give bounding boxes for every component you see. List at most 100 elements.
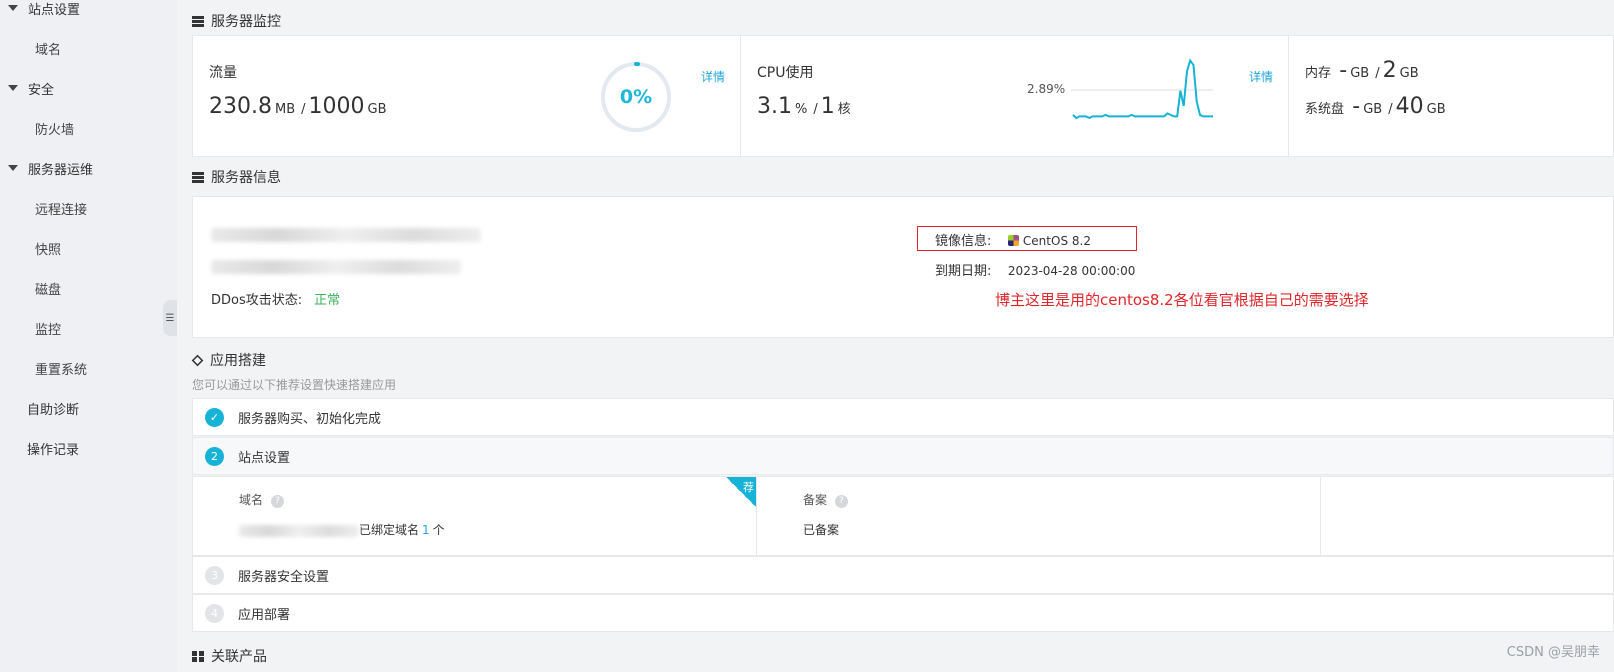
sidebar-item-label: 重置系统 <box>35 362 88 378</box>
server-icon <box>192 171 204 183</box>
sidebar: 站点设置 域名 安全 防火墙 服务器运维 远程连接 快照 磁盘 监控 重置系统 … <box>0 0 177 672</box>
step-server-security[interactable]: 3 服务器安全设置 <box>192 556 1614 594</box>
sidebar-item-label: 防火墙 <box>35 122 75 138</box>
cpu-cores: 1 <box>820 94 835 119</box>
disk-used-unit: GB <box>1363 102 1383 117</box>
redacted-row-2 <box>211 259 461 274</box>
step-number: 2 <box>205 446 224 466</box>
sidebar-item-label: 操作记录 <box>27 442 80 458</box>
cpu-value: 3.1% /1 核 <box>757 94 854 119</box>
traffic-total-unit: GB <box>367 102 387 117</box>
cpu-sparkline <box>1071 58 1213 120</box>
watermark: CSDN @吴朋幸 <box>1506 645 1600 660</box>
sidebar-item-label: 域名 <box>35 42 62 58</box>
cpu-cores-unit: 核 <box>837 102 851 117</box>
traffic-used-unit: MB <box>274 102 296 117</box>
expire-value: 2023-04-28 00:00:00 <box>1007 264 1136 278</box>
server-info-panel: DDos攻击状态: 正常 镜像信息: CentOS 8.2 到期日期: 2023-… <box>192 196 1614 338</box>
step-server-purchase[interactable]: ✓ 服务器购买、初始化完成 <box>192 398 1614 436</box>
cpu-detail-link[interactable]: 详情 <box>1249 68 1273 85</box>
cpu-card: CPU使用 3.1% /1 核 2.89% 详情 <box>741 36 1289 156</box>
step-site-settings[interactable]: 2 站点设置 <box>192 437 1614 475</box>
traffic-used: 230.8 <box>209 94 272 119</box>
sidebar-item-label: 服务器运维 <box>28 162 94 178</box>
domain-bound-suffix: 个 <box>432 523 445 537</box>
sidebar-item-monitor[interactable]: 监控 <box>0 308 177 348</box>
sidebar-item-label: 自助诊断 <box>27 402 80 418</box>
step-label: 应用部署 <box>238 607 291 623</box>
sidebar-item-label: 远程连接 <box>35 202 88 218</box>
traffic-detail-link[interactable]: 详情 <box>701 68 725 85</box>
traffic-total: 1000 <box>308 94 365 119</box>
section-title: 服务器信息 <box>211 170 281 186</box>
section-related-products: 关联产品 <box>192 644 267 668</box>
caret-down-icon <box>8 165 18 171</box>
sidebar-item-label: 磁盘 <box>35 282 62 298</box>
caret-down-icon <box>8 85 18 91</box>
domain-label-text: 域名 <box>239 493 264 507</box>
disk-label: 系统盘 <box>1305 102 1345 117</box>
memory-sep: / <box>1375 66 1380 81</box>
section-title: 服务器监控 <box>211 14 281 30</box>
disk-row: 系统盘 - GB/40 GB <box>1305 94 1449 119</box>
section-server-info: 服务器信息 <box>192 165 281 189</box>
help-icon[interactable]: ? <box>835 495 849 508</box>
domain-column: 域名? 已绑定域名 1 个 荐 <box>193 477 757 555</box>
sidebar-item-label: 安全 <box>28 82 55 98</box>
recommend-ribbon: 荐 <box>726 477 756 507</box>
domain-count-link[interactable]: 1 <box>422 523 430 537</box>
traffic-label: 流量 <box>209 65 237 81</box>
app-build-hint: 您可以通过以下推荐设置快速搭建应用 <box>192 378 397 392</box>
sidebar-collapse-handle[interactable]: ☰ <box>163 300 177 336</box>
sidebar-item-disk[interactable]: 磁盘 <box>0 268 177 308</box>
section-server-monitor: 服务器监控 <box>192 9 281 33</box>
help-icon[interactable]: ? <box>271 495 285 508</box>
traffic-sep: / <box>301 102 306 117</box>
redacted-row-1 <box>211 227 481 242</box>
icp-column: 备案? 已备案 <box>757 477 1321 555</box>
sidebar-item-label: 快照 <box>35 242 62 258</box>
site-settings-panel: 域名? 已绑定域名 1 个 荐 备案? 已备案 <box>192 476 1614 556</box>
expire-row: 到期日期: 2023-04-28 00:00:00 <box>935 260 1135 279</box>
check-icon: ✓ <box>205 407 224 427</box>
layers-icon <box>191 354 204 366</box>
cpu-percent: 3.1 <box>757 94 792 119</box>
sidebar-item-remote-connect[interactable]: 远程连接 <box>0 188 177 228</box>
sidebar-group-site-settings[interactable]: 站点设置 <box>0 0 177 28</box>
sidebar-item-snapshot[interactable]: 快照 <box>0 228 177 268</box>
sidebar-group-server-ops[interactable]: 服务器运维 <box>0 148 177 188</box>
cpu-series-line <box>1072 58 1213 120</box>
memory-total-unit: GB <box>1399 66 1419 81</box>
monitor-panel: 流量 230.8 MB/1000 GB 0% 详情 CPU使用 3.1%/1 核 2.… <box>192 35 1614 157</box>
sidebar-item-domain[interactable]: 域名 <box>0 28 177 68</box>
sidebar-item-operation-log[interactable]: 操作记录 <box>0 428 177 468</box>
sidebar-item-reset-system[interactable]: 重置系统 <box>0 348 177 388</box>
sidebar-group-security[interactable]: 安全 <box>0 68 177 108</box>
sidebar-item-self-diagnosis[interactable]: 自助诊断 <box>0 388 177 428</box>
disk-used: - <box>1352 94 1361 119</box>
sidebar-item-label: 站点设置 <box>28 2 81 18</box>
centos-icon <box>1007 235 1019 246</box>
grid-icon <box>192 650 204 662</box>
main-content: 服务器监控 流量 230.8 MB/1000 GB 0% 详情 CPU使用 3.1%… <box>190 0 1614 672</box>
traffic-value: 230.8 MB /1000 GB <box>209 94 390 119</box>
disk-total-unit: GB <box>1426 102 1446 117</box>
sidebar-item-firewall[interactable]: 防火墙 <box>0 108 177 148</box>
redacted-text <box>239 524 359 537</box>
ddos-status: 正常 <box>314 293 341 308</box>
step-number: 3 <box>205 565 224 585</box>
memory-used: - <box>1339 58 1348 83</box>
expire-label: 到期日期: <box>935 264 992 279</box>
memory-row: 内存 - GB/2 GB <box>1305 58 1422 83</box>
cpu-peak-label: 2.89% <box>1027 82 1066 96</box>
disk-total: 40 <box>1395 94 1424 119</box>
traffic-card: 流量 230.8 MB /1000 GB 0% 详情 <box>193 36 741 156</box>
icp-label: 备案? <box>803 491 849 508</box>
icp-label-text: 备案 <box>803 493 828 507</box>
mirror-label: 镜像信息: <box>935 234 992 249</box>
ddos-label: DDos攻击状态: <box>211 293 303 308</box>
step-app-deploy[interactable]: 4 应用部署 <box>192 594 1614 632</box>
memory-total: 2 <box>1382 58 1397 83</box>
section-app-build: 应用搭建 <box>191 348 266 372</box>
step-label: 服务器购买、初始化完成 <box>238 411 382 427</box>
